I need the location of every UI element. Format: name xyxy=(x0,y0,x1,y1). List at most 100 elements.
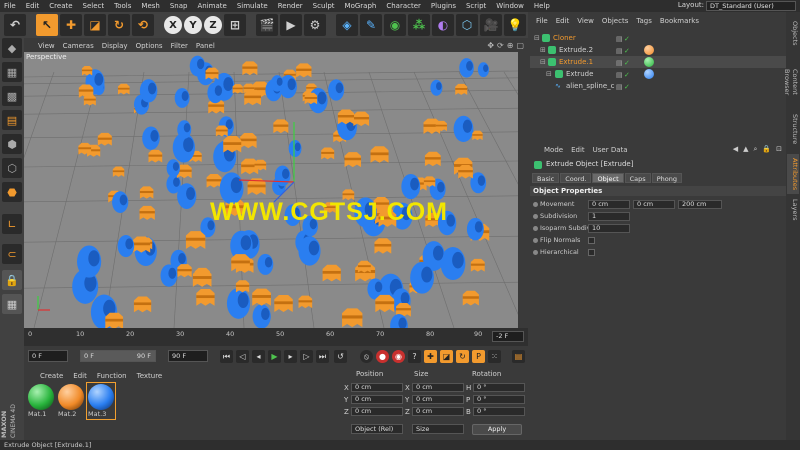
pos-x-field[interactable]: 0 cm xyxy=(351,383,403,392)
spline-pen-icon[interactable]: ✎ xyxy=(360,14,382,36)
attr-menu-mode[interactable]: Mode xyxy=(544,146,563,154)
animate-dot-icon[interactable] xyxy=(533,214,538,219)
goto-end-icon[interactable]: ⏭ xyxy=(316,350,329,363)
size-mode-select[interactable]: Size xyxy=(412,424,464,434)
render-settings-icon[interactable]: ⚙ xyxy=(304,14,326,36)
menu-edit[interactable]: Edit xyxy=(26,2,40,10)
texture-mode-icon[interactable]: ▩ xyxy=(2,86,22,106)
model-mode-icon[interactable]: ▦ xyxy=(2,62,22,82)
material-ball-1[interactable] xyxy=(28,384,54,410)
om-menu-bookmarks[interactable]: Bookmarks xyxy=(660,17,699,25)
material-menu-create[interactable]: Create xyxy=(40,372,63,380)
recent-tool-icon[interactable]: ⟲ xyxy=(132,14,154,36)
hierarchical-checkbox[interactable] xyxy=(588,249,595,256)
axis-mode-icon[interactable]: ∟ xyxy=(2,214,22,234)
rotation-key-icon[interactable]: ↻ xyxy=(456,350,469,363)
movement-x-field[interactable]: 0 cm xyxy=(588,200,630,209)
tab-objects[interactable]: Objects xyxy=(787,14,799,52)
back-arrow-icon[interactable]: ◀ xyxy=(733,145,738,154)
viewport-menu-filter[interactable]: Filter xyxy=(171,42,188,50)
lock-workplane-icon[interactable]: 🔒 xyxy=(2,270,22,290)
motion-record-icon[interactable]: ⦸ xyxy=(360,350,373,363)
attr-menu-edit[interactable]: Edit xyxy=(571,146,585,154)
size-z-field[interactable]: 0 cm xyxy=(412,407,464,416)
scale-key-icon[interactable]: ◪ xyxy=(440,350,453,363)
viewport-menu-panel[interactable]: Panel xyxy=(196,42,215,50)
movement-z-field[interactable]: 200 cm xyxy=(678,200,722,209)
array-icon[interactable]: ⁂ xyxy=(408,14,430,36)
x-axis-icon[interactable]: X xyxy=(164,16,182,34)
menu-plugins[interactable]: Plugins xyxy=(431,2,456,10)
om-menu-file[interactable]: File xyxy=(536,17,548,25)
search-icon[interactable]: ⌕ xyxy=(753,145,757,154)
visibility-icon[interactable]: ▤ xyxy=(616,33,623,43)
position-key-icon[interactable]: ✚ xyxy=(424,350,437,363)
make-editable-icon[interactable]: ◆ xyxy=(2,38,22,58)
start-frame-field[interactable]: 0 F xyxy=(28,350,68,362)
animate-dot-icon[interactable] xyxy=(533,202,538,207)
param-key-icon[interactable]: P xyxy=(472,350,485,363)
enabled-check-icon[interactable]: ✓ xyxy=(624,81,631,91)
workplane-icon[interactable]: ▤ xyxy=(2,110,22,130)
play-icon[interactable]: ▶ xyxy=(268,350,281,363)
enabled-check-icon[interactable]: ✓ xyxy=(624,69,631,79)
collapse-icon[interactable]: ⊟ xyxy=(540,56,546,68)
tab-coord[interactable]: Coord. xyxy=(560,173,592,183)
material-menu-function[interactable]: Function xyxy=(97,372,127,380)
cube-icon[interactable]: ◈ xyxy=(336,14,358,36)
pan-icon[interactable]: ✥ xyxy=(487,41,494,50)
rot-h-field[interactable]: 0 ° xyxy=(473,383,525,392)
expand-icon[interactable]: ⊞ xyxy=(540,44,546,56)
visibility-icon[interactable]: ▤ xyxy=(616,45,623,55)
light-icon[interactable]: 💡 xyxy=(504,14,526,36)
maximize-icon[interactable]: ▢ xyxy=(516,41,524,50)
size-x-field[interactable]: 0 cm xyxy=(412,383,464,392)
size-y-field[interactable]: 0 cm xyxy=(412,395,464,404)
orbit-icon[interactable]: ⟳ xyxy=(497,41,504,50)
om-menu-tags[interactable]: Tags xyxy=(636,17,652,25)
tab-basic[interactable]: Basic xyxy=(532,173,560,183)
grid-icon[interactable]: ▦ xyxy=(2,294,22,314)
material-tag-icon[interactable] xyxy=(644,57,654,67)
goto-start-icon[interactable]: ⏮ xyxy=(220,350,233,363)
menu-sculpt[interactable]: Sculpt xyxy=(313,2,335,10)
viewport-menu-display[interactable]: Display xyxy=(102,42,128,50)
rotate-icon[interactable]: ↻ xyxy=(108,14,130,36)
animate-dot-icon[interactable] xyxy=(533,238,538,243)
tab-structure[interactable]: Structure xyxy=(787,112,799,146)
y-axis-icon[interactable]: Y xyxy=(184,16,202,34)
object-row-cloner[interactable]: ⊟ Cloner ▤ ✓ xyxy=(530,32,786,44)
up-arrow-icon[interactable]: ▲ xyxy=(743,145,748,154)
lock-icon[interactable]: 🔒 xyxy=(762,145,771,154)
attr-menu-userdata[interactable]: User Data xyxy=(593,146,628,154)
cursor-icon[interactable]: ↖ xyxy=(36,14,58,36)
autokey-icon[interactable]: ◉ xyxy=(392,350,405,363)
menu-tools[interactable]: Tools xyxy=(114,2,131,10)
record-keys-icon[interactable]: ● xyxy=(376,350,389,363)
menu-snap[interactable]: Snap xyxy=(170,2,188,10)
camera-icon[interactable]: 🎥 xyxy=(480,14,502,36)
menu-script[interactable]: Script xyxy=(466,2,486,10)
visibility-icon[interactable]: ▤ xyxy=(616,81,623,91)
flip-normals-checkbox[interactable] xyxy=(588,237,595,244)
isoparm-field[interactable]: 10 xyxy=(588,224,630,233)
enabled-check-icon[interactable]: ✓ xyxy=(624,57,631,67)
animate-dot-icon[interactable] xyxy=(533,250,538,255)
prev-key-icon[interactable]: ◁ xyxy=(236,350,249,363)
zoom-icon[interactable]: ⊕ xyxy=(507,41,514,50)
current-frame-field[interactable]: -2 F xyxy=(492,331,524,342)
material-tag-icon[interactable] xyxy=(644,45,654,55)
viewport-menu-view[interactable]: View xyxy=(38,42,55,50)
material-ball-3[interactable] xyxy=(88,384,114,410)
material-menu-edit[interactable]: Edit xyxy=(73,372,87,380)
point-level-icon[interactable]: ⁙ xyxy=(488,350,501,363)
coord-mode-select[interactable]: Object (Rel) xyxy=(351,424,403,434)
menu-help[interactable]: Help xyxy=(534,2,550,10)
menu-render[interactable]: Render xyxy=(278,2,303,10)
object-row-spline[interactable]: ∿ alien_spline_c ▤ ✓ xyxy=(530,80,786,92)
menu-select[interactable]: Select xyxy=(83,2,105,10)
viewport-3d[interactable]: Perspective xyxy=(24,52,518,328)
menu-create[interactable]: Create xyxy=(49,2,72,10)
menu-window[interactable]: Window xyxy=(496,2,524,10)
enabled-check-icon[interactable]: ✓ xyxy=(624,45,631,55)
